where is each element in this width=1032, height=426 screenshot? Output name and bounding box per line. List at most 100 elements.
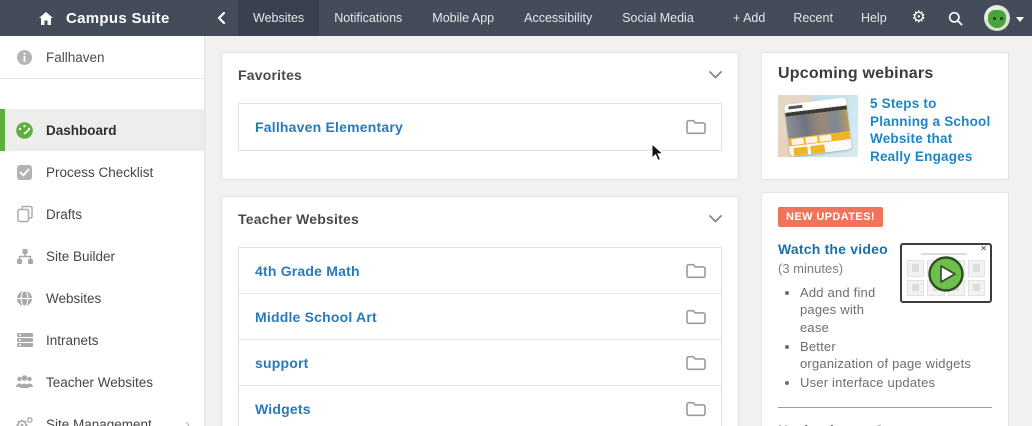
sidebar-item-label: Intranets bbox=[46, 333, 99, 348]
home-icon[interactable] bbox=[38, 11, 54, 26]
video-preview[interactable]: ✕ bbox=[900, 243, 992, 303]
having-issues-title: Having issues? bbox=[778, 422, 992, 426]
teacher-websites-list: 4th Grade Math Middle School Art bbox=[238, 247, 722, 426]
server-icon bbox=[15, 331, 34, 350]
folder-icon[interactable] bbox=[685, 400, 707, 418]
info-icon bbox=[15, 48, 34, 67]
help-button[interactable]: Help bbox=[847, 0, 901, 36]
sidebar-divider bbox=[0, 78, 204, 79]
navbar-actions: + Add Recent Help ⚙ bbox=[719, 0, 1032, 36]
list-item: Middle School Art bbox=[239, 294, 721, 340]
content-area: Favorites Fallhaven Elementary bbox=[205, 36, 1032, 426]
sidebar-site-fallhaven[interactable]: Fallhaven bbox=[0, 36, 204, 78]
folder-icon[interactable] bbox=[685, 118, 707, 136]
sidebar-item-dashboard[interactable]: Dashboard bbox=[0, 109, 204, 151]
sidebar-item-label: Drafts bbox=[46, 207, 82, 222]
avatar-character bbox=[988, 10, 1006, 28]
tab-mobile-app[interactable]: Mobile App bbox=[417, 0, 509, 36]
navbar-brand-area: Campus Suite bbox=[0, 0, 205, 36]
teacher-site-link[interactable]: 4th Grade Math bbox=[255, 263, 360, 279]
avatar-eye bbox=[993, 17, 996, 20]
sidebar-item-drafts[interactable]: Drafts bbox=[0, 193, 204, 235]
sidebar-site-label: Fallhaven bbox=[46, 50, 105, 65]
chevron-down-icon[interactable] bbox=[709, 215, 722, 223]
sidebar-menu: Dashboard Process Checklist Drafts bbox=[0, 109, 204, 426]
teacher-site-link[interactable]: Middle School Art bbox=[255, 309, 377, 325]
tab-websites[interactable]: Websites bbox=[238, 0, 319, 36]
settings-gear-icon[interactable]: ⚙ bbox=[901, 0, 937, 36]
sidebar-item-label: Websites bbox=[46, 291, 101, 306]
main-column: Favorites Fallhaven Elementary bbox=[221, 52, 739, 426]
teacher-websites-panel-header: Teacher Websites bbox=[238, 209, 722, 229]
tab-notifications[interactable]: Notifications bbox=[319, 0, 417, 36]
recent-button[interactable]: Recent bbox=[779, 0, 847, 36]
webinars-card: Upcoming webinars 5 Steps to Planning a … bbox=[761, 52, 1009, 180]
sidebar-item-process-checklist[interactable]: Process Checklist bbox=[0, 151, 204, 193]
list-item: 4th Grade Math bbox=[239, 248, 721, 294]
tab-accessibility[interactable]: Accessibility bbox=[509, 0, 607, 36]
updates-body: ✕ Watch the video (3 minutes) bbox=[778, 241, 992, 391]
app-title: Campus Suite bbox=[66, 10, 170, 27]
left-sidebar: Fallhaven Dashboard Process Checklist bbox=[0, 36, 205, 426]
list-item: Fallhaven Elementary bbox=[239, 104, 721, 150]
top-navbar: Campus Suite Websites Notifications Mobi… bbox=[0, 0, 1032, 36]
page-body: Fallhaven Dashboard Process Checklist bbox=[0, 36, 1032, 426]
campus-suite-app: Campus Suite Websites Notifications Mobi… bbox=[0, 0, 1032, 426]
list-item: support bbox=[239, 340, 721, 386]
sidebar-item-site-management[interactable]: Site Management › bbox=[0, 403, 204, 426]
gears-icon bbox=[15, 415, 34, 426]
folder-icon[interactable] bbox=[685, 308, 707, 326]
webinars-title: Upcoming webinars bbox=[778, 65, 992, 83]
update-bullet: User interface updates bbox=[800, 374, 992, 391]
sidebar-item-teacher-websites[interactable]: Teacher Websites bbox=[0, 361, 204, 403]
folder-icon[interactable] bbox=[685, 354, 707, 372]
user-avatar[interactable] bbox=[984, 5, 1010, 31]
watch-video-link[interactable]: Watch the video bbox=[778, 241, 888, 257]
play-icon[interactable] bbox=[927, 255, 965, 298]
navbar-spacer bbox=[709, 0, 719, 36]
sidebar-item-label: Teacher Websites bbox=[46, 375, 153, 390]
folder-icon[interactable] bbox=[685, 262, 707, 280]
new-updates-badge: NEW UPDATES! bbox=[778, 207, 883, 227]
teacher-site-link[interactable]: support bbox=[255, 355, 309, 371]
favorites-panel: Favorites Fallhaven Elementary bbox=[221, 52, 739, 180]
sidebar-item-websites[interactable]: Websites bbox=[0, 277, 204, 319]
favorites-panel-header: Favorites bbox=[238, 65, 722, 85]
webinar-item: 5 Steps to Planning a School Website tha… bbox=[778, 95, 992, 165]
chevron-right-icon: › bbox=[185, 416, 190, 426]
people-icon bbox=[15, 373, 34, 392]
drafts-icon bbox=[15, 205, 34, 224]
sidebar-item-label: Process Checklist bbox=[46, 165, 153, 180]
webinar-link[interactable]: 5 Steps to Planning a School Website tha… bbox=[870, 95, 992, 165]
favorite-site-link[interactable]: Fallhaven Elementary bbox=[255, 119, 403, 135]
caret-down-icon[interactable] bbox=[1016, 17, 1024, 22]
sidebar-item-intranets[interactable]: Intranets bbox=[0, 319, 204, 361]
sidebar-item-label: Dashboard bbox=[46, 123, 117, 138]
sidebar-item-label: Site Management bbox=[46, 417, 152, 426]
updates-card: NEW UPDATES! ✕ bbox=[761, 192, 1009, 426]
globe-icon bbox=[15, 289, 34, 308]
update-bullet: Better organization of page widgets bbox=[800, 338, 992, 372]
sitemap-icon bbox=[15, 247, 34, 266]
webinar-thumbnail[interactable] bbox=[778, 95, 858, 157]
chevron-down-icon[interactable] bbox=[709, 71, 722, 79]
sidebar-item-label: Site Builder bbox=[46, 249, 115, 264]
panel-title: Teacher Websites bbox=[238, 211, 359, 227]
teacher-websites-panel: Teacher Websites 4th Grade Math bbox=[221, 196, 739, 426]
thumbnail-tablet bbox=[784, 97, 852, 156]
tab-social-media[interactable]: Social Media bbox=[607, 0, 709, 36]
navbar-tabs: Websites Notifications Mobile App Access… bbox=[238, 0, 709, 36]
search-icon[interactable] bbox=[937, 0, 974, 36]
collapse-sidebar-icon[interactable] bbox=[205, 0, 238, 36]
avatar-eye bbox=[1000, 17, 1003, 20]
list-item: Widgets bbox=[239, 386, 721, 426]
divider bbox=[778, 407, 992, 408]
close-icon[interactable]: ✕ bbox=[980, 245, 987, 253]
teacher-site-link[interactable]: Widgets bbox=[255, 401, 311, 417]
gauge-icon bbox=[15, 121, 34, 140]
right-column: Upcoming webinars 5 Steps to Planning a … bbox=[761, 52, 1009, 426]
add-button[interactable]: + Add bbox=[719, 0, 779, 36]
checklist-icon bbox=[15, 163, 34, 182]
panel-title: Favorites bbox=[238, 67, 302, 83]
sidebar-item-site-builder[interactable]: Site Builder bbox=[0, 235, 204, 277]
